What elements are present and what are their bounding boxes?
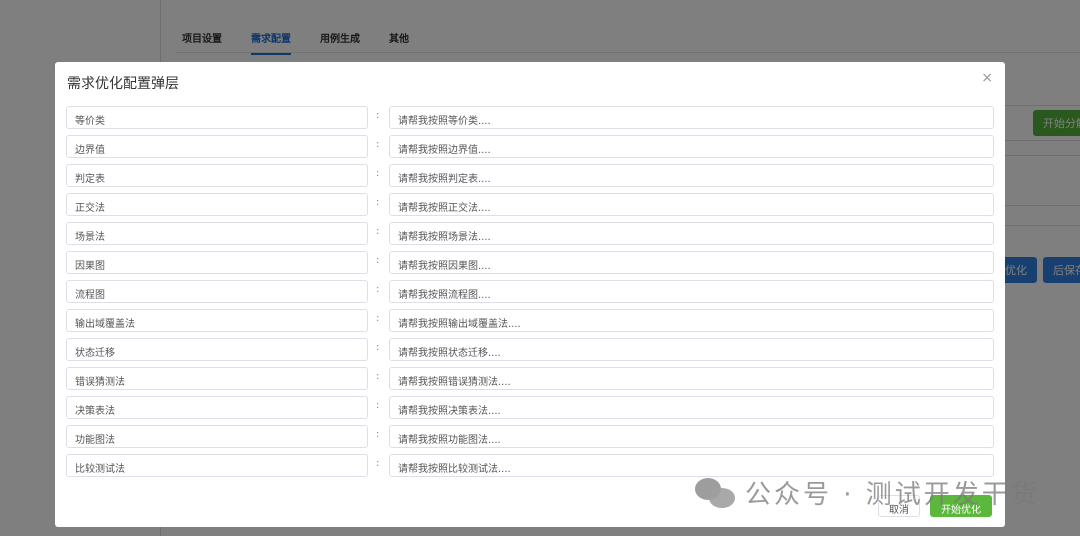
colon-separator: :	[376, 284, 380, 295]
prompt-input[interactable]: 请帮我按照决策表法....	[389, 396, 994, 419]
config-row: 场景法 : 请帮我按照场景法....	[66, 222, 994, 245]
prompt-input[interactable]: 请帮我按照场景法....	[389, 222, 994, 245]
method-name-input[interactable]: 因果图	[66, 251, 368, 274]
colon-separator: :	[376, 226, 380, 237]
config-row: 决策表法 : 请帮我按照决策表法....	[66, 396, 994, 419]
colon-separator: :	[376, 400, 380, 411]
colon-separator: :	[376, 313, 380, 324]
watermark: 公众号 · 测试开发干货	[695, 474, 1040, 511]
requirement-optimize-config-dialog: 需求优化配置弹层 × 等价类 : 请帮我按照等价类.... 边界值 : 请帮我按照…	[55, 62, 1005, 527]
method-name-input[interactable]: 状态迁移	[66, 338, 368, 361]
method-name-input[interactable]: 判定表	[66, 164, 368, 187]
prompt-input[interactable]: 请帮我按照状态迁移....	[389, 338, 994, 361]
config-row: 状态迁移 : 请帮我按照状态迁移....	[66, 338, 994, 361]
config-row: 错误猜测法 : 请帮我按照错误猜测法....	[66, 367, 994, 390]
config-row: 流程图 : 请帮我按照流程图....	[66, 280, 994, 303]
method-name-input[interactable]: 错误猜测法	[66, 367, 368, 390]
method-name-input[interactable]: 比较测试法	[66, 454, 368, 477]
method-name-input[interactable]: 功能图法	[66, 425, 368, 448]
colon-separator: :	[376, 168, 380, 179]
method-name-input[interactable]: 决策表法	[66, 396, 368, 419]
colon-separator: :	[376, 139, 380, 150]
colon-separator: :	[376, 197, 380, 208]
config-row: 因果图 : 请帮我按照因果图....	[66, 251, 994, 274]
colon-separator: :	[376, 429, 380, 440]
method-name-input[interactable]: 流程图	[66, 280, 368, 303]
prompt-input[interactable]: 请帮我按照输出域覆盖法....	[389, 309, 994, 332]
colon-separator: :	[376, 342, 380, 353]
config-row: 边界值 : 请帮我按照边界值....	[66, 135, 994, 158]
prompt-input[interactable]: 请帮我按照流程图....	[389, 280, 994, 303]
config-row: 输出域覆盖法 : 请帮我按照输出域覆盖法....	[66, 309, 994, 332]
config-row: 判定表 : 请帮我按照判定表....	[66, 164, 994, 187]
prompt-input[interactable]: 请帮我按照正交法....	[389, 193, 994, 216]
close-icon[interactable]: ×	[981, 70, 993, 86]
method-name-input[interactable]: 正交法	[66, 193, 368, 216]
prompt-input[interactable]: 请帮我按照判定表....	[389, 164, 994, 187]
method-name-input[interactable]: 输出域覆盖法	[66, 309, 368, 332]
dialog-title: 需求优化配置弹层	[67, 76, 179, 92]
prompt-input[interactable]: 请帮我按照功能图法....	[389, 425, 994, 448]
method-name-input[interactable]: 场景法	[66, 222, 368, 245]
method-name-input[interactable]: 边界值	[66, 135, 368, 158]
watermark-text: 公众号 · 测试开发干货	[745, 480, 1040, 510]
prompt-input[interactable]: 请帮我按照边界值....	[389, 135, 994, 158]
colon-separator: :	[376, 110, 380, 121]
config-row: 功能图法 : 请帮我按照功能图法....	[66, 425, 994, 448]
colon-separator: :	[376, 458, 380, 469]
prompt-input[interactable]: 请帮我按照因果图....	[389, 251, 994, 274]
colon-separator: :	[376, 371, 380, 382]
prompt-input[interactable]: 请帮我按照等价类....	[389, 106, 994, 129]
config-row: 正交法 : 请帮我按照正交法....	[66, 193, 994, 216]
wechat-icon	[695, 477, 737, 508]
config-row: 等价类 : 请帮我按照等价类....	[66, 106, 994, 129]
colon-separator: :	[376, 255, 380, 266]
method-name-input[interactable]: 等价类	[66, 106, 368, 129]
prompt-input[interactable]: 请帮我按照错误猜测法....	[389, 367, 994, 390]
